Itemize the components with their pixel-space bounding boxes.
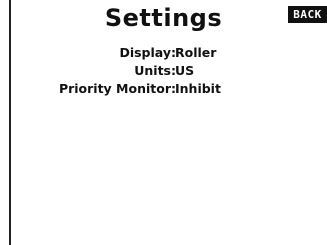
setting-row-priority-monitor[interactable]: Priority Monitor : Inhibit: [0, 80, 327, 98]
setting-row-units[interactable]: Units : US: [0, 62, 327, 80]
setting-value[interactable]: Inhibit: [175, 80, 327, 98]
screen-left-border: [9, 0, 11, 245]
setting-label: Display: [119, 45, 171, 60]
setting-value[interactable]: US: [175, 62, 327, 80]
page-title: Settings: [104, 4, 223, 32]
back-button[interactable]: BACK: [288, 6, 327, 23]
settings-list: Display : Roller Units : US Priority Mon…: [0, 44, 327, 98]
setting-label: Units: [134, 63, 171, 78]
setting-label: Priority Monitor: [58, 81, 171, 96]
setting-value[interactable]: Roller: [175, 44, 327, 62]
setting-row-display[interactable]: Display : Roller: [0, 44, 327, 62]
